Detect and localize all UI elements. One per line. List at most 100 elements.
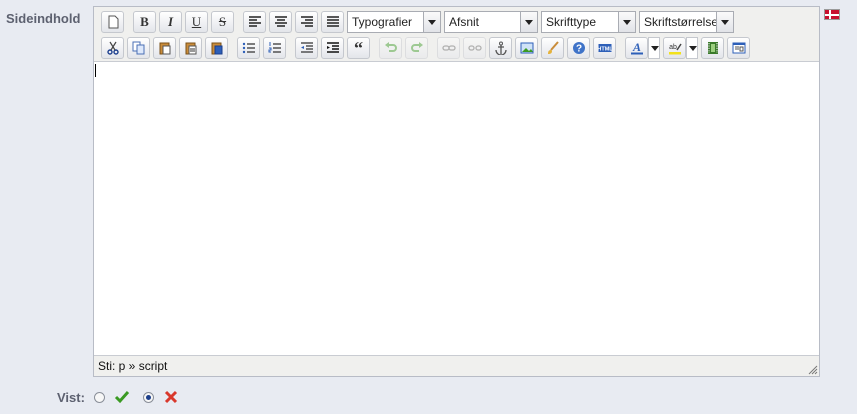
- bullet-list-button[interactable]: [237, 37, 260, 59]
- status-path: Sti: p » script: [98, 359, 168, 373]
- quote-icon: “: [354, 38, 363, 58]
- afsnit-select[interactable]: Afsnit: [444, 11, 538, 33]
- paste-icon: [159, 42, 170, 55]
- scissors-icon: [106, 41, 119, 55]
- align-justify-button[interactable]: [321, 11, 344, 33]
- resize-grip-icon[interactable]: [806, 363, 818, 375]
- chevron-down-icon[interactable]: [520, 12, 537, 32]
- text-color-button[interactable]: A: [625, 37, 648, 59]
- field-label-sideindhold: Sideindhold: [6, 11, 81, 26]
- italic-icon: I: [167, 14, 174, 29]
- film-icon: [707, 42, 718, 54]
- help-button[interactable]: ?: [567, 37, 590, 59]
- image-button[interactable]: [515, 37, 538, 59]
- underline-icon: U: [191, 14, 202, 29]
- html-icon: HTML: [598, 44, 612, 53]
- editor-toolbar: B I U S Typografier Afsnit Skrifttype Sk…: [94, 7, 819, 62]
- paste-text-button[interactable]: [179, 37, 202, 59]
- chevron-down-icon[interactable]: [716, 12, 733, 32]
- outdent-button[interactable]: [295, 37, 318, 59]
- link-icon: [441, 45, 456, 51]
- cleanup-button[interactable]: [541, 37, 564, 59]
- paste-word-icon: [211, 42, 222, 55]
- align-center-button[interactable]: [269, 11, 292, 33]
- strikethrough-icon: S: [218, 14, 227, 29]
- new-document-icon: [108, 15, 118, 29]
- editor-content-area[interactable]: [94, 62, 819, 356]
- strikethrough-button[interactable]: S: [211, 11, 234, 33]
- template-icon: [732, 42, 745, 54]
- unlink-button[interactable]: [463, 37, 486, 59]
- highlight-color-dropdown[interactable]: [686, 37, 698, 59]
- chevron-down-icon: [689, 45, 697, 51]
- paste-text-icon: [185, 42, 196, 55]
- help-icon: ?: [572, 42, 585, 55]
- align-left-button[interactable]: [243, 11, 266, 33]
- undo-icon: [384, 42, 397, 52]
- skriftstorrelse-select-label: Skriftstørrelse: [644, 15, 716, 29]
- svg-text:?: ?: [575, 44, 581, 55]
- indent-button[interactable]: [321, 37, 344, 59]
- chevron-down-icon: [651, 45, 659, 51]
- toolbar-row-2: “ ? HTML A ab: [101, 36, 753, 60]
- paste-word-button[interactable]: [205, 37, 228, 59]
- visible-yes-radio[interactable]: [94, 392, 105, 403]
- outdent-icon: [300, 42, 313, 53]
- italic-button[interactable]: I: [159, 11, 182, 33]
- bold-icon: B: [140, 14, 149, 29]
- unlink-icon: [467, 45, 482, 51]
- image-icon: [520, 42, 533, 54]
- green-check-icon: [114, 391, 130, 404]
- template-button[interactable]: [727, 37, 750, 59]
- align-left-icon: [248, 16, 261, 27]
- chevron-down-icon[interactable]: [618, 12, 635, 32]
- svg-text:A: A: [631, 41, 640, 54]
- copy-icon: [132, 41, 144, 55]
- visible-no-radio[interactable]: [143, 392, 154, 403]
- indent-icon: [326, 42, 339, 53]
- new-document-button[interactable]: [101, 11, 124, 33]
- text-color-icon: A: [630, 41, 643, 55]
- bold-button[interactable]: B: [133, 11, 156, 33]
- blockquote-button[interactable]: “: [347, 37, 370, 59]
- align-center-icon: [274, 16, 287, 27]
- bullet-list-icon: [242, 42, 255, 54]
- anchor-icon: [494, 41, 507, 55]
- cut-button[interactable]: [101, 37, 124, 59]
- red-x-icon: [164, 390, 178, 404]
- redo-icon: [410, 42, 423, 52]
- typografier-select-label: Typografier: [352, 15, 413, 29]
- highlight-color-button[interactable]: ab: [663, 37, 686, 59]
- link-button[interactable]: [437, 37, 460, 59]
- svg-text:ab: ab: [669, 44, 677, 51]
- redo-button[interactable]: [405, 37, 428, 59]
- align-right-button[interactable]: [295, 11, 318, 33]
- anchor-button[interactable]: [489, 37, 512, 59]
- undo-button[interactable]: [379, 37, 402, 59]
- paste-button[interactable]: [153, 37, 176, 59]
- text-color-dropdown[interactable]: [648, 37, 660, 59]
- skrifttype-select-label: Skrifttype: [546, 15, 597, 29]
- highlight-color-icon: ab: [668, 43, 682, 55]
- align-right-icon: [300, 16, 313, 27]
- underline-button[interactable]: U: [185, 11, 208, 33]
- denmark-flag-icon: [824, 9, 840, 20]
- visible-label: Vist:: [57, 390, 85, 405]
- html-source-button[interactable]: HTML: [593, 37, 616, 59]
- svg-text:HTML: HTML: [598, 47, 612, 53]
- numbered-list-button[interactable]: [263, 37, 286, 59]
- chevron-down-icon[interactable]: [423, 12, 440, 32]
- skrifttype-select[interactable]: Skrifttype: [541, 11, 636, 33]
- toolbar-row-1: B I U S Typografier Afsnit Skrifttype Sk…: [101, 10, 737, 34]
- media-button[interactable]: [701, 37, 724, 59]
- typografier-select[interactable]: Typografier: [347, 11, 441, 33]
- skriftstorrelse-select[interactable]: Skriftstørrelse: [639, 11, 734, 33]
- align-justify-icon: [326, 16, 339, 27]
- copy-button[interactable]: [127, 37, 150, 59]
- text-caret: [95, 64, 96, 77]
- afsnit-select-label: Afsnit: [449, 15, 480, 29]
- rich-text-editor: B I U S Typografier Afsnit Skrifttype Sk…: [93, 6, 820, 377]
- numbered-list-icon: [268, 42, 281, 53]
- brush-icon: [547, 41, 559, 54]
- editor-statusbar: Sti: p » script: [94, 356, 819, 376]
